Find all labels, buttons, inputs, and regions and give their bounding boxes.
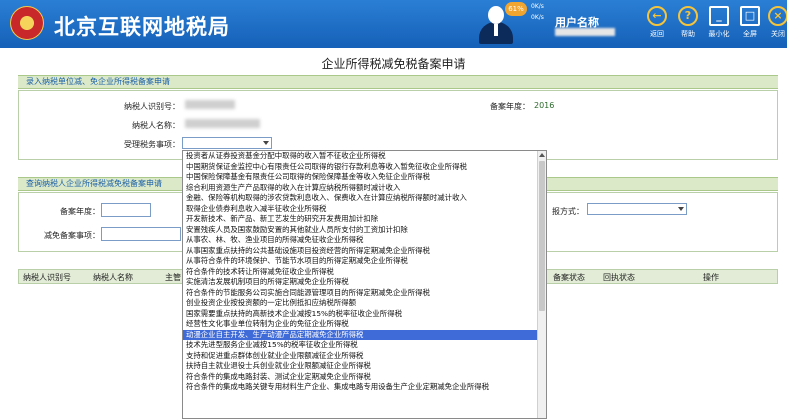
dropdown-option[interactable]: 经营性文化事业单位转制为企业的免征企业所得税 xyxy=(183,319,538,330)
dropdown-option[interactable]: 支持和促进重点群体创业就业企业限额减征企业所得税 xyxy=(183,351,538,362)
dropdown-option[interactable]: 扶持自主就业退役士兵创业就业企业限额减征企业所得税 xyxy=(183,361,538,372)
tax-item-select[interactable] xyxy=(182,137,272,149)
taxpayer-id-value xyxy=(185,100,235,109)
col-filing-status: 备案状态 xyxy=(553,273,585,282)
dropdown-option[interactable]: 取得企业债券利息收入减半征收企业所得税 xyxy=(183,204,538,215)
entry-section-header: 录入纳税单位减、免企业所得税备案申请 xyxy=(18,75,778,89)
upload-speed: 0K/s xyxy=(531,3,544,10)
query-item-label: 减免备案事项： xyxy=(44,231,100,240)
dropdown-option[interactable]: 动漫企业自主开发、生产动漫产品定期减免企业所得税 xyxy=(183,329,538,340)
col-receipt-status: 回执状态 xyxy=(603,273,635,282)
taxpayer-id-label: 纳税人识别号： xyxy=(124,102,180,111)
network-speed-badge[interactable]: 61% xyxy=(505,2,527,16)
dropdown-option[interactable]: 开发新技术、新产品、新工艺发生的研究开发费用加计扣除 xyxy=(183,214,538,225)
fullscreen-button[interactable]: □ 全屏 xyxy=(736,6,764,39)
taxpayer-name-label: 纳税人名称： xyxy=(132,121,180,130)
page-title: 企业所得税减免税备案申请 xyxy=(321,57,466,71)
help-icon: ? xyxy=(678,6,698,26)
tax-item-label: 受理税务事项： xyxy=(124,140,180,149)
query-item-input[interactable] xyxy=(101,227,181,241)
scroll-up-icon[interactable] xyxy=(539,153,545,157)
close-button[interactable]: × 关闭 xyxy=(764,6,787,39)
col-taxpayer-id: 纳税人识别号 xyxy=(23,273,71,282)
dropdown-option[interactable]: 符合条件的集成电路关键专用材料生产企业、集成电路专用设备生产企业定期减免企业所得… xyxy=(183,382,538,393)
dropdown-option[interactable]: 符合条件的集成电路封装、测试企业定期减免企业所得税 xyxy=(183,372,538,383)
top-header-bar: 北京互联网地税局 61% 0K/s 0K/s 用户名称 ← 返回 ? 帮助 _ … xyxy=(0,0,787,48)
back-button[interactable]: ← 返回 xyxy=(643,6,671,39)
redacted-user-info xyxy=(555,28,615,36)
query-year-label: 备案年度： xyxy=(60,207,100,216)
dropdown-option[interactable]: 国家需要重点扶持的高新技术企业减按15%的税率征收企业所得税 xyxy=(183,309,538,320)
taxpayer-name-value xyxy=(185,119,260,128)
col-authority: 主管 xyxy=(165,273,181,282)
dropdown-option[interactable]: 符合条件的技术转让所得减免征收企业所得税 xyxy=(183,267,538,278)
tax-item-dropdown-list[interactable]: 投资者从证券投资基金分配中取得的收入暂不征收企业所得税 中国期货保证金监控中心有限… xyxy=(182,150,547,419)
site-title: 北京互联网地税局 xyxy=(54,15,230,39)
dropdown-option[interactable]: 综合利用资源生产产品取得的收入在计算应纳税所得额时减计收入 xyxy=(183,183,538,194)
filing-year-label: 备案年度： xyxy=(490,102,530,111)
close-icon: × xyxy=(768,6,787,26)
fullscreen-icon: □ xyxy=(740,6,760,26)
dropdown-option[interactable]: 从事农、林、牧、渔业项目的所得减免征收企业所得税 xyxy=(183,235,538,246)
col-actions: 操作 xyxy=(703,273,719,282)
dropdown-option[interactable]: 安置残疾人员及国家鼓励安置的其他就业人员所支付的工资加计扣除 xyxy=(183,225,538,236)
dropdown-option[interactable]: 从事符合条件的环境保护、节能节水项目的所得定期减免企业所得税 xyxy=(183,256,538,267)
scrollbar-thumb[interactable] xyxy=(539,161,545,311)
filing-year-value: 2016 xyxy=(534,101,555,110)
query-year-input[interactable] xyxy=(101,203,151,217)
dropdown-option[interactable]: 符合条件的节能服务公司实施合同能源管理项目的所得定期减免企业所得税 xyxy=(183,288,538,299)
report-method-label: 报方式： xyxy=(552,207,584,216)
dropdown-option[interactable]: 创业投资企业按投资额的一定比例抵扣应纳税所得额 xyxy=(183,298,538,309)
dropdown-option[interactable]: 从事国家重点扶持的公共基础设施项目投资经营的所得定期减免企业所得税 xyxy=(183,246,538,257)
minimize-button[interactable]: _ 最小化 xyxy=(705,6,733,39)
back-arrow-icon: ← xyxy=(647,6,667,26)
col-taxpayer-name: 纳税人名称 xyxy=(93,273,133,282)
dropdown-option[interactable]: 中国保险保障基金有限责任公司取得的保险保障基金等收入免征企业所得税 xyxy=(183,172,538,183)
report-method-select[interactable] xyxy=(587,203,687,215)
chevron-down-icon xyxy=(263,141,269,145)
dropdown-option[interactable]: 实施清洁发展机制项目的所得定期减免企业所得税 xyxy=(183,277,538,288)
minimize-icon: _ xyxy=(709,6,729,26)
dropdown-option[interactable]: 金融、保险等机构取得的涉农贷款利息收入、保费收入在计算应纳税所得额时减计收入 xyxy=(183,193,538,204)
tax-bureau-emblem-icon xyxy=(10,6,44,40)
help-button[interactable]: ? 帮助 xyxy=(674,6,702,39)
chevron-down-icon xyxy=(678,207,684,211)
dropdown-options: 投资者从证券投资基金分配中取得的收入暂不征收企业所得税 中国期货保证金监控中心有限… xyxy=(183,151,538,393)
dropdown-option[interactable]: 投资者从证券投资基金分配中取得的收入暂不征收企业所得税 xyxy=(183,151,538,162)
download-speed: 0K/s xyxy=(531,14,544,21)
dropdown-option[interactable]: 技术先进型服务企业减按15%的税率征收企业所得税 xyxy=(183,340,538,351)
dropdown-option[interactable]: 中国期货保证金监控中心有限责任公司取得的银行存款利息等收入暂免征收企业所得税 xyxy=(183,162,538,173)
dropdown-scrollbar[interactable] xyxy=(537,151,546,418)
